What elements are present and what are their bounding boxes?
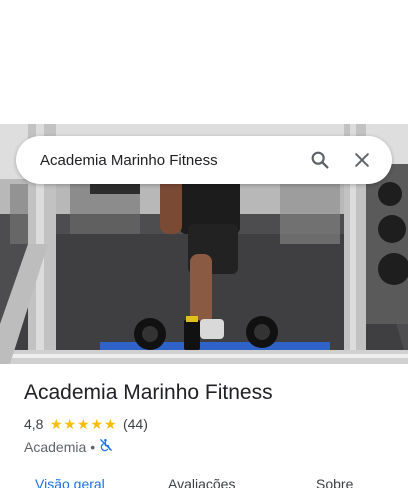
place-tabs: Visão geral Avaliações Sobre [0, 474, 408, 488]
category-row: Academia • [24, 438, 113, 455]
star-icon: ★ [103, 416, 117, 432]
tab-about[interactable]: Sobre [316, 476, 353, 488]
place-title: Academia Marinho Fitness [24, 381, 273, 404]
close-icon[interactable] [344, 142, 380, 178]
star-icon: ★ [63, 416, 76, 432]
separator-dot: • [90, 438, 96, 455]
not-accessible-icon [99, 438, 113, 455]
tab-reviews[interactable]: Avaliações [168, 476, 235, 488]
star-icon: ★ [90, 416, 103, 432]
search-input[interactable] [40, 136, 296, 184]
rating-stars: ★ ★ ★ ★ ★ [49, 417, 117, 431]
search-icon[interactable] [302, 142, 338, 178]
rating-value: 4,8 [24, 416, 44, 432]
category-label: Academia [24, 438, 87, 455]
review-count: (44) [122, 416, 148, 432]
tab-overview[interactable]: Visão geral [35, 476, 105, 488]
star-icon: ★ [76, 416, 90, 432]
rating-row[interactable]: 4,8 ★ ★ ★ ★ ★ (44) [24, 416, 148, 432]
star-icon: ★ [49, 416, 63, 432]
search-bar [16, 136, 392, 184]
